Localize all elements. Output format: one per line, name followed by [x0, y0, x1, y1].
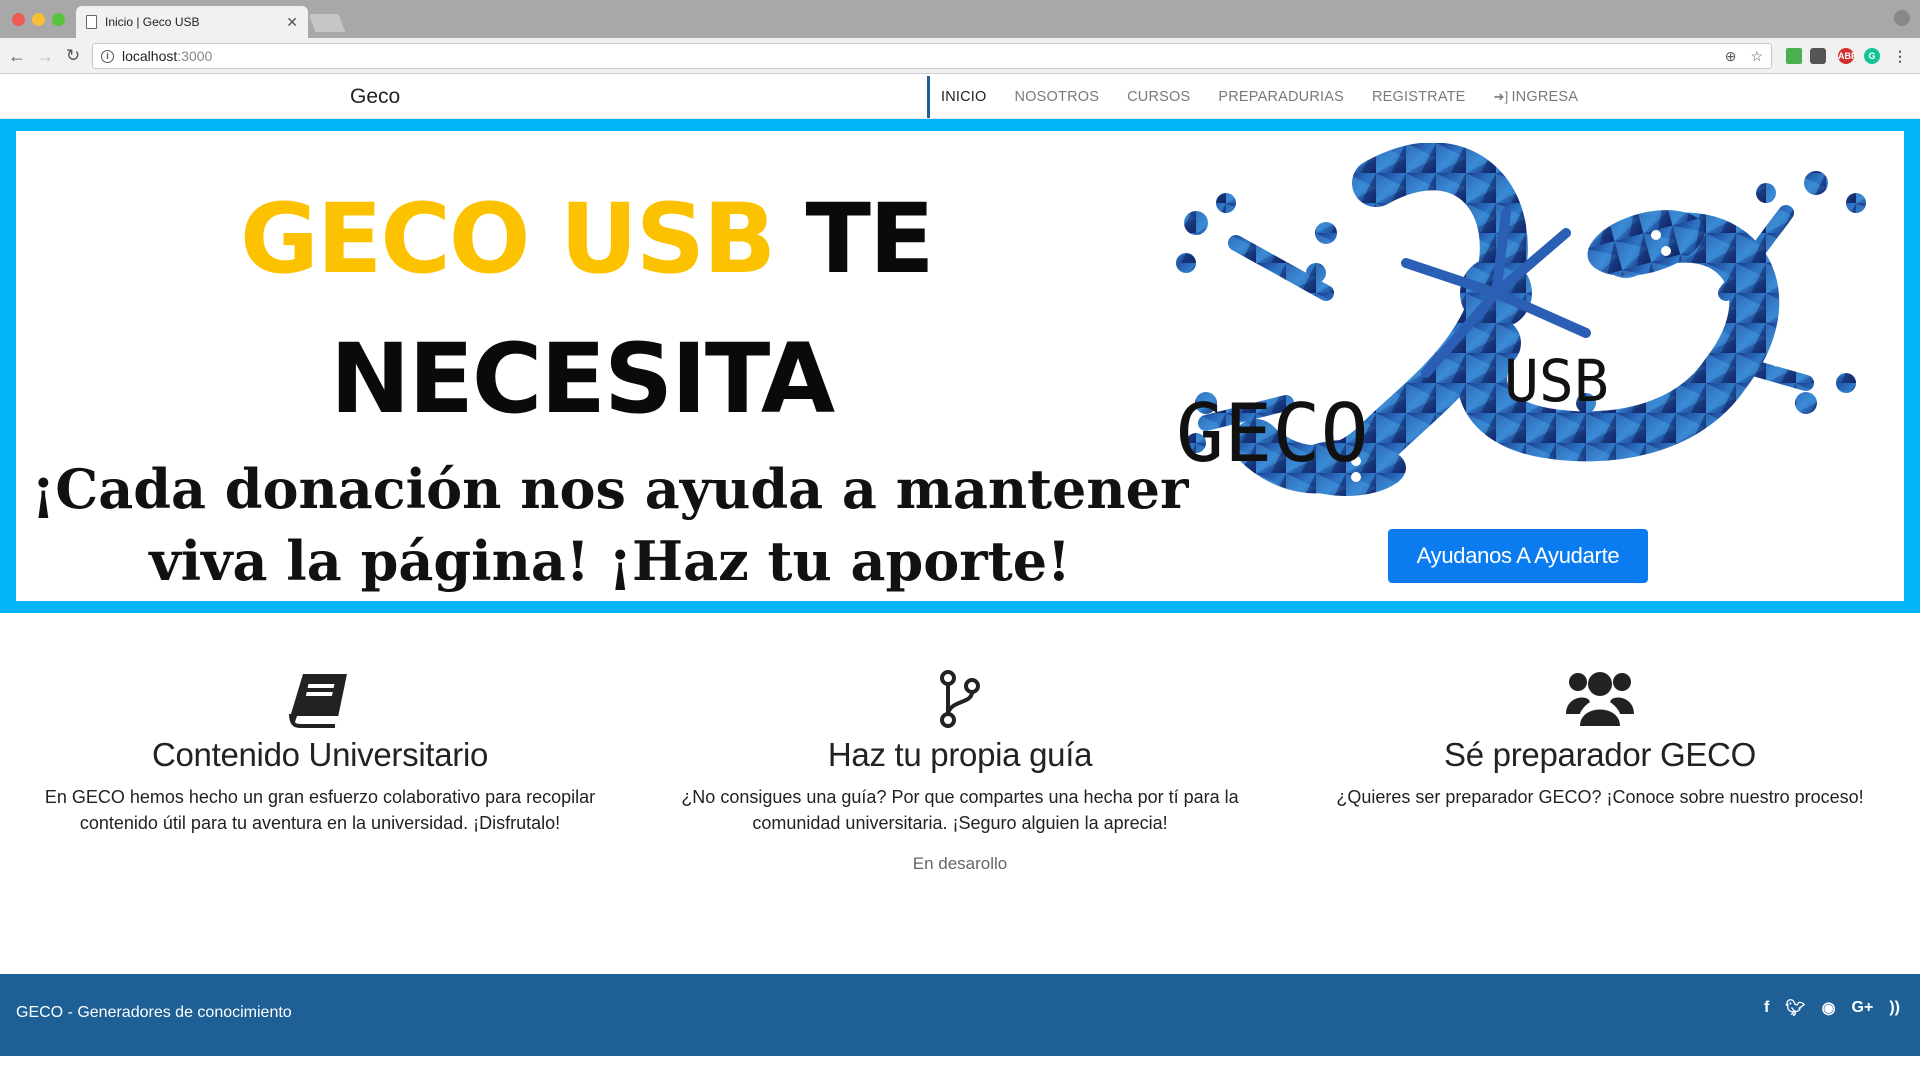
carousel-next-icon[interactable]: › — [1773, 339, 1784, 378]
profile-icon[interactable] — [1894, 10, 1910, 26]
nav-ingresa-label: INGRESA — [1511, 89, 1579, 105]
maximize-window-button[interactable] — [52, 13, 65, 26]
feature-desc: ¿Quieres ser preparador GECO? ¡Conoce so… — [1336, 787, 1864, 807]
brand-logo[interactable]: Geco — [350, 85, 400, 109]
feature-title: Contenido Universitario — [151, 736, 489, 773]
feature-contenido: Contenido Universitario En GECO hemos he… — [20, 660, 620, 836]
bookmark-star-icon[interactable]: ☆ — [1750, 48, 1763, 65]
social-links: f 🐦︎ ◉ G+ )) — [1764, 998, 1900, 1018]
hero-headline-black: TE — [805, 183, 935, 295]
url-port: :3000 — [177, 48, 213, 64]
minimize-window-button[interactable] — [32, 13, 45, 26]
extension-arrows-icon[interactable] — [1786, 48, 1802, 64]
browser-tab[interactable]: Inicio | Geco USB ✕ — [76, 6, 308, 38]
rss-icon[interactable]: )) — [1889, 999, 1900, 1017]
adblock-icon[interactable]: ABP — [1838, 48, 1857, 64]
back-icon[interactable]: ← — [6, 45, 28, 67]
feature-title: Sé preparador GECO — [1444, 736, 1756, 773]
pocket-icon[interactable] — [1810, 48, 1826, 64]
nav-preparadurias[interactable]: PREPARADURIAS — [1204, 76, 1358, 118]
hero-slide: GECO USB TE NECESITA ¡Cada donación nos … — [16, 131, 1904, 601]
logo-text-geco: GECO — [1176, 387, 1369, 480]
page-icon — [86, 15, 97, 29]
url-host: localhost — [122, 48, 178, 64]
close-window-button[interactable] — [12, 13, 25, 26]
github-icon[interactable]: ◉ — [1822, 998, 1836, 1018]
close-tab-icon[interactable]: ✕ — [286, 14, 298, 31]
twitter-icon[interactable]: 🐦︎ — [1785, 998, 1805, 1018]
nav-cursos[interactable]: CURSOS — [1113, 76, 1204, 118]
nav-registrate[interactable]: REGISTRATE — [1358, 76, 1480, 118]
hero-subtext: ¡Cada donación nos ayuda a mantener viva… — [31, 457, 1189, 593]
feature-desc: ¿No consigues una guía? Por que comparte… — [681, 787, 1239, 833]
users-icon — [1300, 660, 1900, 728]
footer-text: GECO - Generadores de conocimiento — [16, 1004, 292, 1021]
logo-text-usb: USB — [1504, 347, 1609, 415]
sign-in-icon: ➜] — [1493, 89, 1509, 104]
feature-desc: En GECO hemos hecho un gran esfuerzo col… — [44, 787, 596, 833]
donate-button[interactable]: Ayudanos A Ayudarte — [1388, 529, 1648, 583]
hero-headline: GECO USB TE — [240, 183, 935, 295]
nav-links: INICIO NOSOTROS CURSOS PREPARADURIAS REG… — [927, 75, 1592, 119]
menu-icon[interactable]: ⋮ — [1892, 48, 1908, 64]
browser-tab-bar: Inicio | Geco USB ✕ — [0, 0, 1920, 38]
nav-ingresa[interactable]: ➜] INGRESA — [1480, 76, 1593, 118]
address-bar[interactable]: i localhost:3000 ⊕ ☆ — [92, 43, 1772, 69]
facebook-icon[interactable]: f — [1764, 999, 1769, 1017]
browser-toolbar: ← → ↻ i localhost:3000 ⊕ ☆ ABP G ⋮ — [0, 38, 1920, 74]
google-plus-icon[interactable]: G+ — [1852, 999, 1874, 1017]
feature-preparador: Sé preparador GECO ¿Quieres ser preparad… — [1300, 660, 1900, 810]
forward-icon[interactable]: → — [34, 45, 56, 67]
tab-title: Inicio | Geco USB — [105, 15, 200, 29]
hero-carousel: GECO USB TE NECESITA ¡Cada donación nos … — [0, 119, 1920, 613]
feature-guia: Haz tu propia guía ¿No consigues una guí… — [660, 660, 1260, 874]
code-fork-icon — [660, 660, 1260, 728]
reload-icon[interactable]: ↻ — [62, 45, 84, 67]
new-tab-button[interactable] — [308, 14, 346, 32]
feature-title: Haz tu propia guía — [827, 736, 1093, 773]
site-navbar: Geco INICIO NOSOTROS CURSOS PREPARADURIA… — [0, 75, 1920, 119]
hero-headline-2: NECESITA — [330, 323, 835, 435]
page-bottom — [0, 1056, 1920, 1080]
nav-nosotros[interactable]: NOSOTROS — [1001, 76, 1114, 118]
feature-status-note: En desarollo — [912, 854, 1008, 873]
info-icon[interactable]: i — [101, 49, 114, 63]
site-footer: GECO - Generadores de conocimiento f 🐦︎ … — [0, 974, 1920, 1056]
book-icon — [20, 660, 620, 728]
nav-inicio[interactable]: INICIO — [927, 76, 1001, 118]
hero-headline-yellow: GECO USB — [240, 183, 776, 295]
grammarly-icon[interactable]: G — [1864, 48, 1880, 64]
zoom-icon[interactable]: ⊕ — [1725, 48, 1737, 65]
